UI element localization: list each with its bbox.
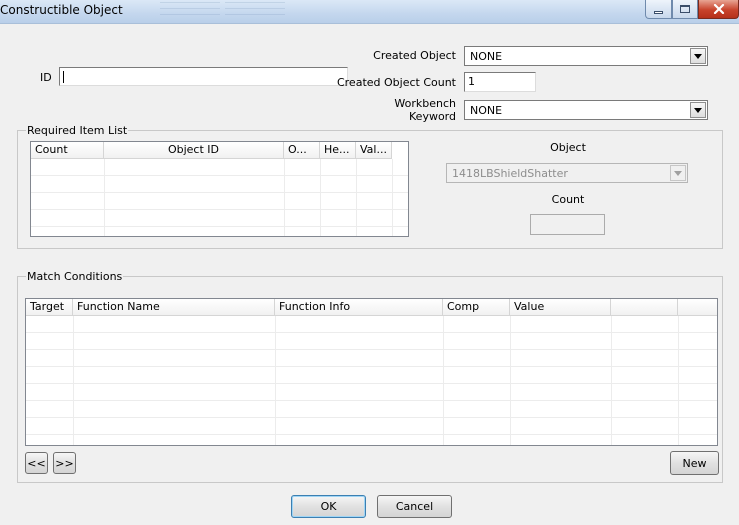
dropdown-button[interactable]: [690, 48, 706, 64]
column-header-val[interactable]: Val...: [356, 142, 392, 159]
required-item-list-legend: Required Item List: [26, 124, 129, 137]
minimize-icon: [654, 11, 663, 14]
workbench-keyword-combo[interactable]: NONE: [464, 100, 708, 120]
workbench-keyword-label-line2: Keyword: [409, 110, 456, 123]
dropdown-button[interactable]: [690, 102, 706, 118]
match-conditions-legend: Match Conditions: [26, 270, 124, 283]
maximize-icon: [680, 5, 690, 13]
column-header-value[interactable]: Value: [510, 299, 611, 316]
column-header-target[interactable]: Target: [26, 299, 73, 316]
chevron-down-icon: [694, 53, 702, 59]
column-header-function-info[interactable]: Function Info: [275, 299, 443, 316]
new-condition-button[interactable]: New: [670, 451, 719, 475]
list-header: Count Object ID O... He... Val...: [31, 142, 392, 159]
match-conditions-list[interactable]: Target Function Name Function Info Comp …: [25, 298, 718, 446]
previous-page-button[interactable]: <<: [25, 452, 48, 474]
close-button[interactable]: [698, 0, 739, 19]
required-item-list[interactable]: Count Object ID O... He... Val...: [30, 141, 409, 237]
dropdown-button[interactable]: [670, 165, 686, 181]
next-page-button[interactable]: >>: [53, 452, 76, 474]
column-header-he[interactable]: He...: [320, 142, 356, 159]
column-header-function-name[interactable]: Function Name: [73, 299, 275, 316]
column-divider: [611, 316, 612, 445]
column-divider: [73, 316, 74, 445]
list-header: Target Function Name Function Info Comp …: [26, 299, 717, 316]
created-object-count-input[interactable]: 1: [464, 72, 536, 92]
id-input[interactable]: [59, 67, 348, 86]
chevron-down-icon: [694, 107, 702, 113]
background-window-ghost: [160, 2, 220, 20]
workbench-keyword-value: NONE: [470, 104, 503, 117]
column-divider: [104, 159, 105, 236]
column-divider: [510, 316, 511, 445]
ok-button[interactable]: OK: [291, 495, 366, 518]
id-label: ID: [40, 71, 52, 84]
window-title: Constructible Object: [0, 3, 123, 17]
created-object-count-label: Created Object Count: [336, 76, 456, 89]
previous-label: <<: [27, 456, 46, 470]
created-object-value: NONE: [470, 50, 503, 63]
count-label: Count: [551, 193, 585, 206]
background-window-ghost: [225, 2, 285, 20]
column-header-o[interactable]: O...: [284, 142, 320, 159]
object-label: Object: [550, 141, 586, 154]
column-divider: [356, 159, 357, 236]
list-rows: [26, 316, 717, 445]
new-label: New: [682, 456, 707, 470]
ok-label: OK: [320, 500, 337, 513]
created-object-count-value: 1: [468, 75, 475, 88]
chevron-down-icon: [674, 170, 682, 176]
cancel-label: Cancel: [395, 500, 434, 513]
created-object-combo[interactable]: NONE: [464, 46, 708, 66]
cancel-button[interactable]: Cancel: [377, 495, 452, 518]
count-input[interactable]: [530, 214, 605, 235]
column-divider: [443, 316, 444, 445]
close-icon: [713, 4, 724, 14]
workbench-keyword-label-line1: Workbench: [394, 97, 456, 110]
column-divider: [320, 159, 321, 236]
column-header-blank[interactable]: [678, 299, 717, 316]
next-label: >>: [55, 456, 74, 470]
created-object-label: Created Object: [373, 49, 456, 62]
column-divider: [284, 159, 285, 236]
column-header-count[interactable]: Count: [31, 142, 104, 159]
object-value: 1418LBShieldShatter: [452, 167, 568, 180]
text-cursor: [63, 71, 64, 83]
title-bar[interactable]: Constructible Object: [0, 0, 739, 24]
column-header-object-id[interactable]: Object ID: [104, 142, 284, 159]
column-header-comp[interactable]: Comp: [443, 299, 510, 316]
column-header-blank[interactable]: [611, 299, 678, 316]
list-rows: [31, 159, 408, 236]
column-divider: [392, 159, 393, 236]
minimize-button[interactable]: [645, 0, 672, 19]
column-divider: [275, 316, 276, 445]
column-divider: [678, 316, 679, 445]
object-combo[interactable]: 1418LBShieldShatter: [446, 163, 688, 183]
maximize-button[interactable]: [672, 0, 698, 19]
